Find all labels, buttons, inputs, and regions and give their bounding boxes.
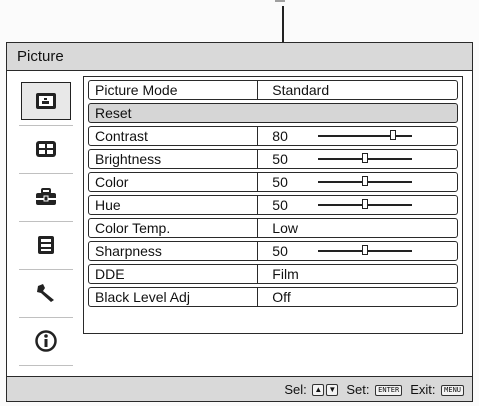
up-arrow-key-icon: ▲ — [312, 384, 325, 397]
picture-menu-window: Picture Picture Mode Standard Reset Cont… — [6, 42, 473, 402]
setting-row-black-level-adj[interactable]: Black Level Adj Off — [88, 287, 458, 307]
sidebar-separator — [19, 221, 73, 222]
sidebar — [15, 78, 77, 368]
setting-value: Low — [272, 220, 298, 236]
sidebar-separator — [19, 269, 73, 270]
menu-key: MENU — [441, 384, 464, 396]
slider-thumb[interactable] — [390, 130, 397, 140]
setting-row-hue[interactable]: Hue 50 — [88, 195, 458, 215]
setting-row-color[interactable]: Color 50 — [88, 172, 458, 192]
setting-value: Film — [272, 266, 299, 282]
setting-row-brightness[interactable]: Brightness 50 — [88, 149, 458, 169]
setting-label: Reset — [95, 105, 132, 121]
color-slider[interactable] — [318, 174, 413, 190]
enter-key: ENTER — [375, 384, 403, 396]
down-arrow-key-icon: ▼ — [326, 384, 339, 397]
status-bar: Sel: ▲ ▼ Set: ENTER Exit: MENU — [7, 376, 472, 401]
setting-row-sharpness[interactable]: Sharpness 50 — [88, 241, 458, 261]
callout-tick — [275, 0, 285, 2]
sidebar-item-screen[interactable] — [21, 130, 71, 168]
menu-list-icon — [38, 236, 54, 254]
setting-row-dde[interactable]: DDE Film — [88, 264, 458, 284]
hue-slider[interactable] — [318, 197, 413, 213]
brightness-slider[interactable] — [318, 151, 413, 167]
slider-thumb[interactable] — [362, 199, 369, 209]
contrast-slider[interactable] — [318, 128, 413, 144]
exit-hint: Exit: MENU — [410, 382, 464, 397]
setting-label: Hue — [95, 197, 121, 213]
setting-row-contrast[interactable]: Contrast 80 — [88, 126, 458, 146]
slider-thumb[interactable] — [362, 176, 369, 186]
wrench-icon — [37, 284, 54, 302]
sidebar-item-settings[interactable] — [21, 274, 71, 312]
setting-label: Contrast — [95, 128, 148, 144]
sidebar-separator — [19, 317, 73, 318]
sidebar-separator — [19, 365, 73, 366]
sharpness-slider[interactable] — [318, 243, 413, 259]
setting-label: Brightness — [95, 151, 162, 167]
sidebar-item-picture[interactable] — [21, 82, 71, 120]
settings-panel: Picture Mode Standard Reset Contrast 80 … — [83, 76, 463, 334]
sidebar-item-menu-list[interactable] — [21, 226, 71, 264]
setting-value: Off — [272, 289, 291, 305]
window-title: Picture — [17, 48, 64, 65]
setting-row-reset[interactable]: Reset — [88, 103, 458, 123]
toolbox-icon — [36, 188, 56, 205]
slider-track — [318, 135, 413, 137]
sidebar-item-information[interactable] — [21, 322, 71, 360]
setting-label: Black Level Adj — [95, 289, 190, 305]
set-hint-label: Set: — [346, 381, 370, 397]
select-hint: Sel: ▲ ▼ — [284, 381, 339, 397]
sidebar-separator — [19, 173, 73, 174]
setting-value: 80 — [272, 128, 288, 144]
setting-value: 50 — [272, 174, 288, 190]
setting-row-picture-mode[interactable]: Picture Mode Standard — [88, 80, 458, 100]
setting-value: 50 — [272, 197, 288, 213]
exit-hint-label: Exit: — [410, 381, 436, 397]
setting-label: Color Temp. — [95, 220, 171, 236]
info-icon — [35, 330, 57, 352]
setting-row-color-temp[interactable]: Color Temp. Low — [88, 218, 458, 238]
setting-label: Sharpness — [95, 243, 162, 259]
callout-line — [282, 6, 284, 44]
setting-label: Color — [95, 174, 129, 190]
sidebar-item-setup[interactable] — [21, 178, 71, 216]
setting-value: 50 — [272, 151, 288, 167]
slider-thumb[interactable] — [362, 153, 369, 163]
sidebar-separator — [19, 125, 73, 126]
slider-thumb[interactable] — [362, 245, 369, 255]
screen-icon — [36, 141, 56, 157]
setting-value: Standard — [272, 82, 330, 98]
setting-label: DDE — [95, 266, 125, 282]
setting-value: 50 — [272, 243, 288, 259]
set-hint: Set: ENTER — [346, 381, 403, 397]
picture-icon — [36, 93, 56, 109]
select-hint-label: Sel: — [284, 381, 307, 397]
setting-label: Picture Mode — [95, 82, 178, 98]
window-titlebar: Picture — [7, 43, 472, 71]
